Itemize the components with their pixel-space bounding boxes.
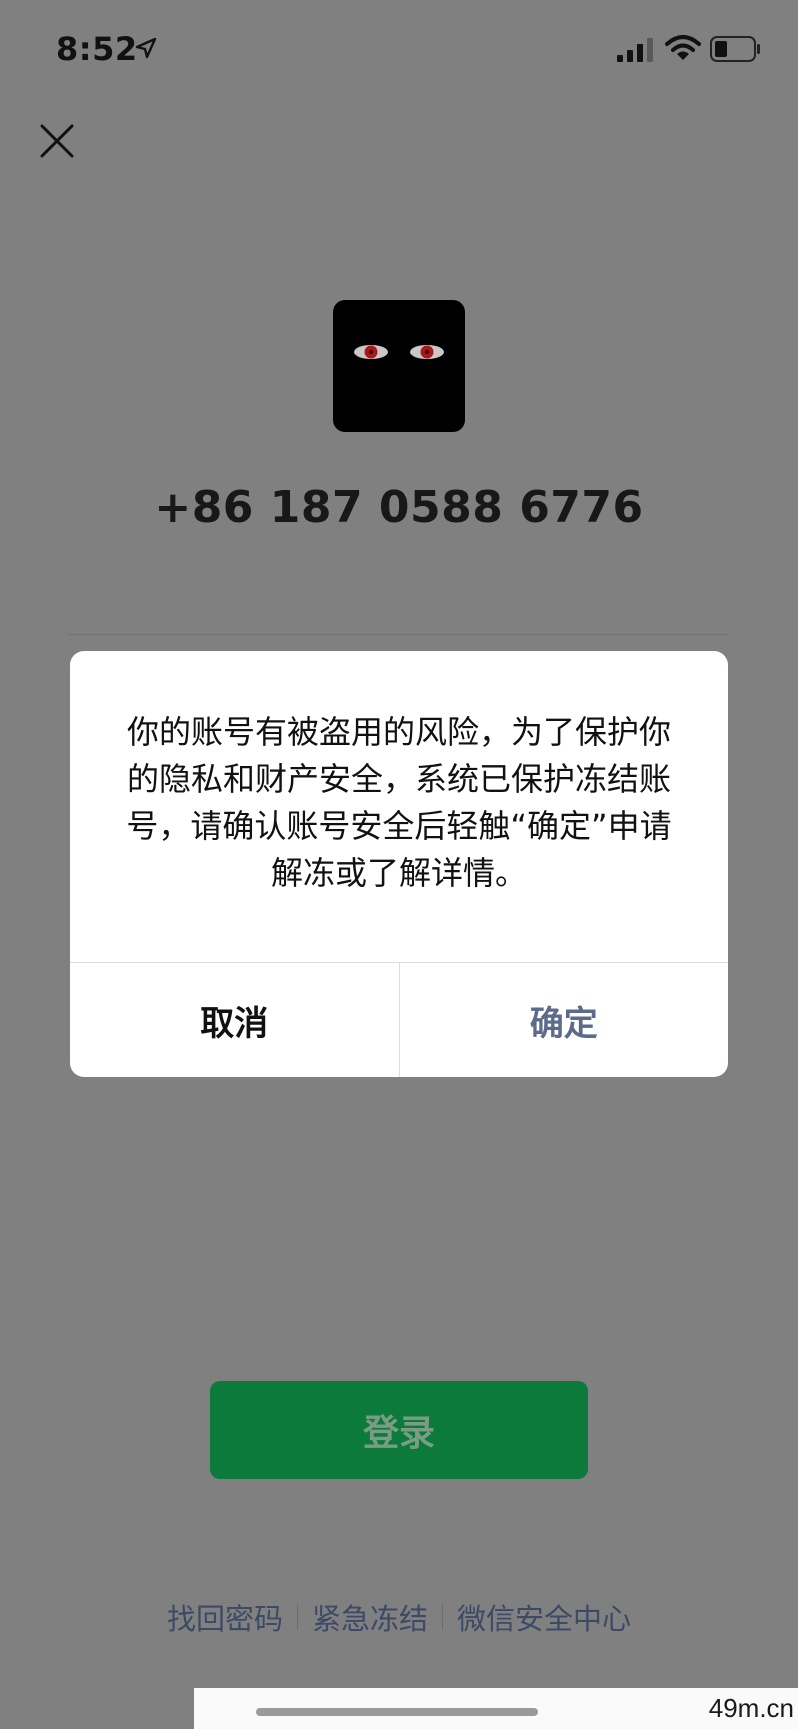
login-button[interactable]: 登录 [210, 1381, 588, 1479]
dialog-button-row: 取消 确定 [70, 962, 728, 1077]
form-divider [68, 634, 730, 635]
recover-password-link[interactable]: 找回密码 [153, 1596, 297, 1638]
status-bar: 8:52 [0, 0, 798, 100]
footer-links: 找回密码 紧急冻结 微信安全中心 [0, 1596, 798, 1638]
account-frozen-dialog: 你的账号有被盗用的风险，为了保护你的隐私和财产安全，系统已保护冻结账号，请确认账… [70, 651, 728, 1077]
avatar [333, 300, 465, 432]
cancel-button[interactable]: 取消 [70, 963, 400, 1077]
status-time: 8:52 [56, 30, 138, 68]
wifi-icon [665, 35, 701, 60]
location-arrow-icon [135, 37, 157, 59]
account-phone-number: +86 187 0588 6776 [154, 482, 644, 533]
battery-icon [710, 36, 760, 62]
dialog-message: 你的账号有被盗用的风险，为了保护你的隐私和财产安全，系统已保护冻结账号，请确认账… [126, 713, 672, 892]
home-indicator-area [194, 1688, 798, 1729]
login-screen: 8:52 +86 187 0588 6776 你的账号有被盗用的风险，为了保护你… [0, 0, 798, 1729]
avatar-eyes-image [354, 345, 444, 359]
emergency-freeze-link[interactable]: 紧急冻结 [298, 1596, 442, 1638]
confirm-button[interactable]: 确定 [400, 963, 729, 1077]
home-indicator[interactable] [256, 1708, 538, 1716]
cellular-signal-icon [617, 38, 653, 62]
close-button[interactable] [36, 120, 78, 162]
watermark: 49m.cn [708, 1693, 794, 1723]
wechat-security-center-link[interactable]: 微信安全中心 [443, 1596, 645, 1638]
